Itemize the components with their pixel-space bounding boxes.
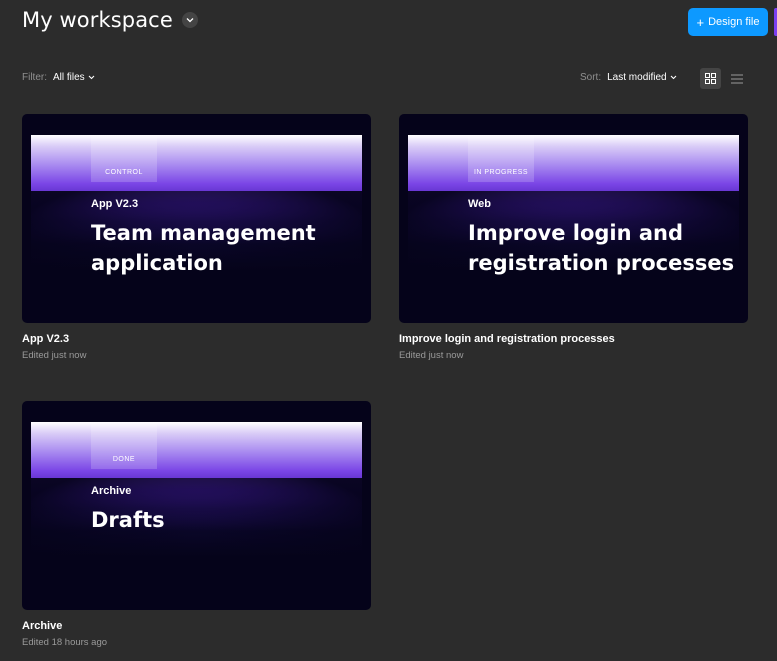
file-name[interactable]: App V2.3 [22,333,371,345]
file-edited-time: Edited just now [399,350,464,361]
plus-icon: + [696,14,705,30]
file-thumbnail[interactable]: DONE Archive Drafts [22,401,371,610]
filter-label: Filter: [22,72,47,83]
file-name[interactable]: Improve login and registration processes [399,333,748,345]
file-edited-time: Edited just now [22,350,87,361]
new-design-file-button[interactable]: + Design file [688,8,768,36]
file-card[interactable]: IN PROGRESS Web Improve login and regist… [399,114,748,361]
page-title: My workspace [22,8,173,32]
file-card[interactable]: CONTROL App V2.3 Team management applica… [22,114,371,361]
file-thumbnail[interactable]: IN PROGRESS Web Improve login and regist… [399,114,748,323]
file-thumbnail[interactable]: CONTROL App V2.3 Team management applica… [22,114,371,323]
thumbnail-project: Archive [91,485,132,497]
chevron-down-icon [88,75,95,80]
thumbnail-project: Web [468,198,492,210]
thumbnail-headline: Team management application [91,221,316,275]
new-design-file-label: Design file [708,16,760,28]
thumbnail-status-tag: IN PROGRESS [468,135,534,182]
thumbnail-headline: Drafts [91,508,165,532]
workspace-page: My workspace + Design file Filter: All f… [0,0,777,661]
list-view-toggle[interactable] [726,68,747,89]
file-card[interactable]: DONE Archive Drafts Archive Edited 18 ho… [22,401,371,648]
file-edited-time: Edited 18 hours ago [22,637,108,648]
filter-value: All files [53,72,85,83]
list-icon [730,74,743,83]
workspace-header: My workspace [22,8,198,32]
file-name[interactable]: Archive [22,620,371,632]
sort-value: Last modified [607,72,667,83]
sort-dropdown[interactable]: Last modified [607,72,676,83]
filter-control: Filter: All files [22,72,95,83]
thumbnail-headline: Improve login and registration processes [468,221,735,275]
thumbnail-status-tag: CONTROL [91,135,157,182]
sort-control: Sort: Last modified [580,72,677,83]
chevron-down-icon [670,75,676,80]
thumbnail-status-tag: DONE [91,422,157,469]
filter-dropdown[interactable]: All files [53,72,95,83]
thumbnail-project: App V2.3 [91,198,139,210]
workspace-menu-chevron-icon[interactable] [181,12,198,28]
sort-label: Sort: [580,72,602,83]
grid-icon [705,73,716,84]
grid-view-toggle[interactable] [700,68,721,89]
